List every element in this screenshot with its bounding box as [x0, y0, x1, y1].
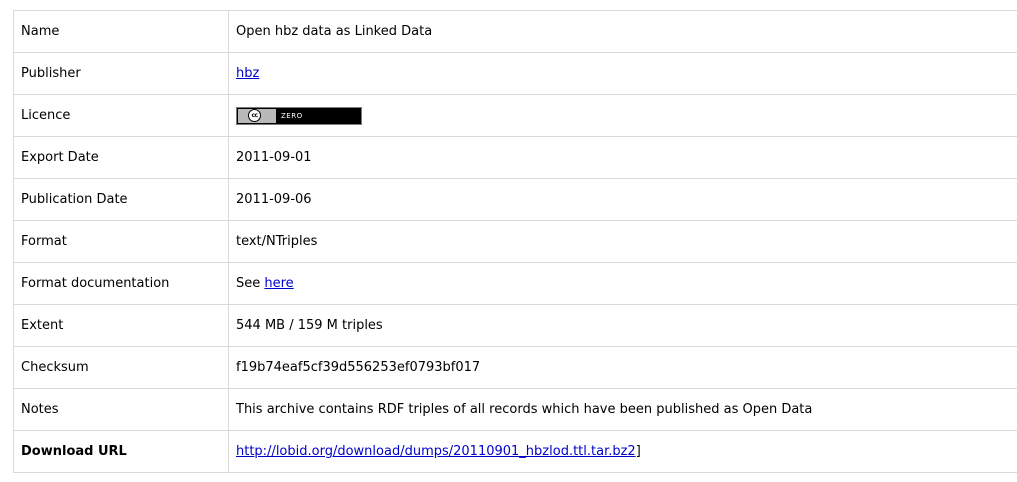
row-value-name: Open hbz data as Linked Data: [228, 10, 1017, 53]
format-doc-prefix: See: [236, 276, 261, 291]
dataset-metadata: Name Open hbz data as Linked Data Publis…: [13, 10, 1017, 473]
row-value-export-date: 2011-09-01: [228, 136, 1017, 179]
table-row: Extent 544 MB / 159 M triples: [13, 304, 1017, 347]
table-row: Checksum f19b74eaf5cf39d556253ef0793bf01…: [13, 346, 1017, 389]
row-label-licence: Licence: [13, 94, 229, 137]
row-value-format-documentation: See here: [228, 262, 1017, 305]
table-row: Export Date 2011-09-01: [13, 136, 1017, 179]
table-row: Format text/NTriples: [13, 220, 1017, 263]
cc-badge-zero-text: ZERO: [281, 111, 303, 120]
table-row: Publication Date 2011-09-06: [13, 178, 1017, 221]
row-value-publisher: hbz: [228, 52, 1017, 95]
download-url-link[interactable]: http://lobid.org/download/dumps/20110901…: [236, 444, 636, 459]
table-row: Publisher hbz: [13, 52, 1017, 95]
row-label-download-url: Download URL: [13, 430, 229, 473]
row-label-format: Format: [13, 220, 229, 263]
row-label-extent: Extent: [13, 304, 229, 347]
row-label-export-date: Export Date: [13, 136, 229, 179]
table-row: Name Open hbz data as Linked Data: [13, 10, 1017, 53]
download-url-suffix: ]: [635, 444, 641, 459]
creative-commons-icon: cc: [248, 108, 261, 122]
table-row: Licence cc ZERO: [13, 94, 1017, 137]
row-label-publisher: Publisher: [13, 52, 229, 95]
format-doc-link[interactable]: here: [264, 276, 293, 291]
row-label-checksum: Checksum: [13, 346, 229, 389]
table-row: Notes This archive contains RDF triples …: [13, 388, 1017, 431]
row-value-extent: 544 MB / 159 M triples: [228, 304, 1017, 347]
row-value-licence: cc ZERO: [228, 94, 1017, 137]
row-value-download-url: http://lobid.org/download/dumps/20110901…: [228, 430, 1017, 473]
table-row: Format documentation See here: [13, 262, 1017, 305]
row-value-format: text/NTriples: [228, 220, 1017, 263]
row-value-publication-date: 2011-09-06: [228, 178, 1017, 221]
table-row: Download URL http://lobid.org/download/d…: [13, 430, 1017, 473]
cc-zero-licence-badge[interactable]: cc ZERO: [236, 106, 362, 125]
publisher-link[interactable]: hbz: [236, 66, 259, 81]
row-label-format-documentation: Format documentation: [13, 262, 229, 305]
row-value-checksum: f19b74eaf5cf39d556253ef0793bf017: [228, 346, 1017, 389]
row-label-name: Name: [13, 10, 229, 53]
row-value-notes: This archive contains RDF triples of all…: [228, 388, 1017, 431]
metadata-table: Name Open hbz data as Linked Data Publis…: [13, 10, 1017, 473]
row-label-notes: Notes: [13, 388, 229, 431]
row-label-publication-date: Publication Date: [13, 178, 229, 221]
